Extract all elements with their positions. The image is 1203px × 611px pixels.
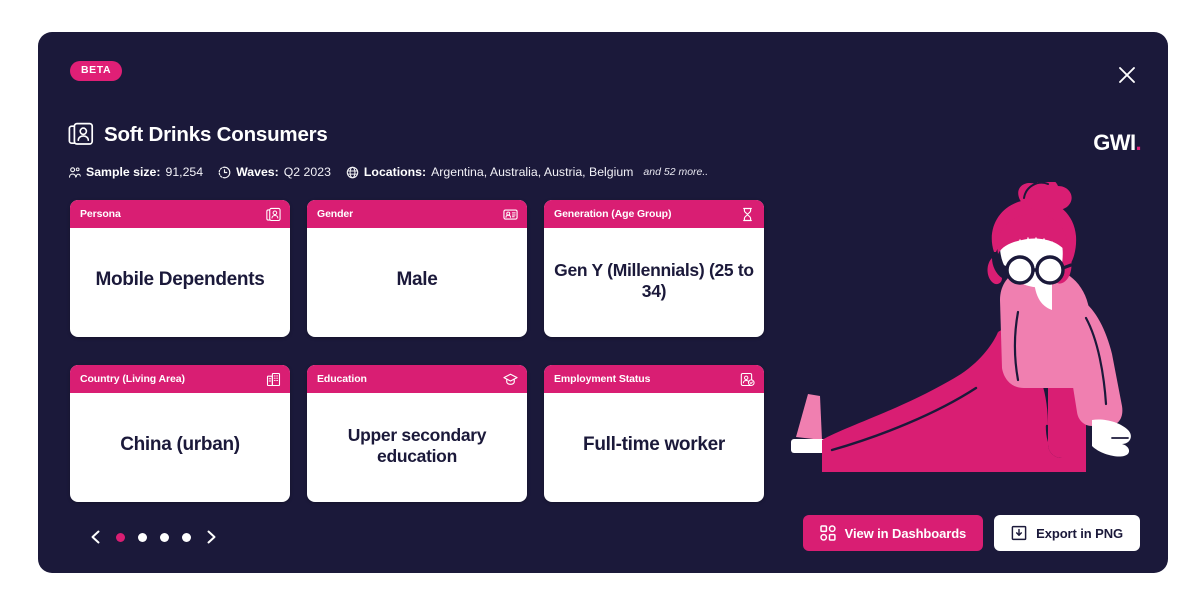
page-title-text: Soft Drinks Consumers [104,123,328,146]
meta-sample-size-value: 91,254 [165,165,204,179]
meta-waves-value: Q2 2023 [283,165,331,179]
export-png-label: Export in PNG [1036,525,1123,541]
card-header-label: Gender [317,208,354,220]
attribute-card-employment[interactable]: Employment Status Full-time worker [544,365,764,502]
meta-locations: Locations: Argentina, Australia, Austria… [346,165,708,179]
hourglass-icon [740,207,755,222]
graduation-cap-icon [503,372,518,387]
meta-locations-label: Locations: [363,165,427,179]
card-header-label: Generation (Age Group) [554,208,672,220]
card-header-label: Country (Living Area) [80,373,185,385]
card-value: Male [396,269,438,291]
briefcase-badge-icon [740,372,755,387]
attribute-cards-grid: Persona Mobile Dependents Gender Male Ge… [70,200,780,502]
persona-modal: BETA Soft Drinks Consumers Sample size: … [38,32,1168,573]
card-header: Gender [307,200,527,228]
gwi-logo-text: GWI [1093,130,1136,155]
download-icon [1011,525,1027,541]
card-header-label: Education [317,373,367,385]
pagination-dot[interactable] [160,532,169,542]
card-value: Mobile Dependents [95,269,265,291]
meta-locations-value: Argentina, Australia, Austria, Belgium [431,165,634,179]
globe-icon [346,166,359,179]
building-icon [266,372,281,387]
pagination-dots [116,532,191,542]
meta-waves: Waves: Q2 2023 [218,165,331,179]
chevron-left-icon[interactable] [88,529,104,545]
beta-badge: BETA [70,61,123,81]
card-body: Mobile Dependents [70,228,290,337]
card-header: Persona [70,200,290,228]
pagination-dot[interactable] [138,532,147,542]
attribute-card-gender[interactable]: Gender Male [307,200,527,337]
attribute-card-generation[interactable]: Generation (Age Group) Gen Y (Millennial… [544,200,764,337]
page-title: Soft Drinks Consumers [68,122,328,148]
card-value: Gen Y (Millennials) (25 to 34) [554,259,754,301]
card-header: Education [307,365,527,393]
page-root: BETA Soft Drinks Consumers Sample size: … [0,0,1203,611]
action-buttons: View in Dashboards Export in PNG [802,515,1140,551]
card-value: China (urban) [120,434,240,456]
card-body: Upper secondary education [307,393,527,502]
card-body: China (urban) [70,393,290,502]
card-value: Full-time worker [583,434,725,456]
gwi-logo-dot: . [1135,130,1141,155]
people-icon [68,166,81,179]
pagination-dot[interactable] [116,532,125,542]
card-header: Employment Status [544,365,764,393]
attribute-card-education[interactable]: Education Upper secondary education [307,365,527,502]
card-value: Upper secondary education [347,424,487,466]
export-png-button[interactable]: Export in PNG [994,515,1140,551]
view-in-dashboards-label: View in Dashboards [844,525,967,541]
close-icon[interactable] [1114,62,1140,88]
card-body: Full-time worker [544,393,764,502]
card-body: Male [307,228,527,337]
card-header: Generation (Age Group) [544,200,764,228]
meta-sample-size: Sample size: 91,254 [68,165,203,179]
pagination [88,522,219,552]
meta-sample-size-label: Sample size: [86,165,161,179]
view-in-dashboards-button[interactable]: View in Dashboards [802,515,984,551]
metadata-row: Sample size: 91,254 Waves: Q2 2023 Locat… [68,165,723,179]
meta-waves-label: Waves: [236,165,279,179]
meta-locations-more: and 52 more.. [643,166,709,178]
attribute-card-persona[interactable]: Persona Mobile Dependents [70,200,290,337]
id-card-icon [503,207,518,222]
persona-cards-icon [68,122,94,148]
card-header: Country (Living Area) [70,365,290,393]
card-header-label: Persona [80,208,121,220]
chevron-right-icon[interactable] [203,529,219,545]
persona-cards-icon [266,207,281,222]
clock-icon [218,166,231,179]
attribute-card-country[interactable]: Country (Living Area) China (urban) [70,365,290,502]
dashboard-grid-icon [819,525,836,541]
card-body: Gen Y (Millennials) (25 to 34) [544,228,764,337]
pagination-dot[interactable] [182,532,191,542]
persona-illustration [786,182,1156,472]
card-header-label: Employment Status [554,373,651,385]
gwi-logo: GWI. [1093,132,1141,154]
